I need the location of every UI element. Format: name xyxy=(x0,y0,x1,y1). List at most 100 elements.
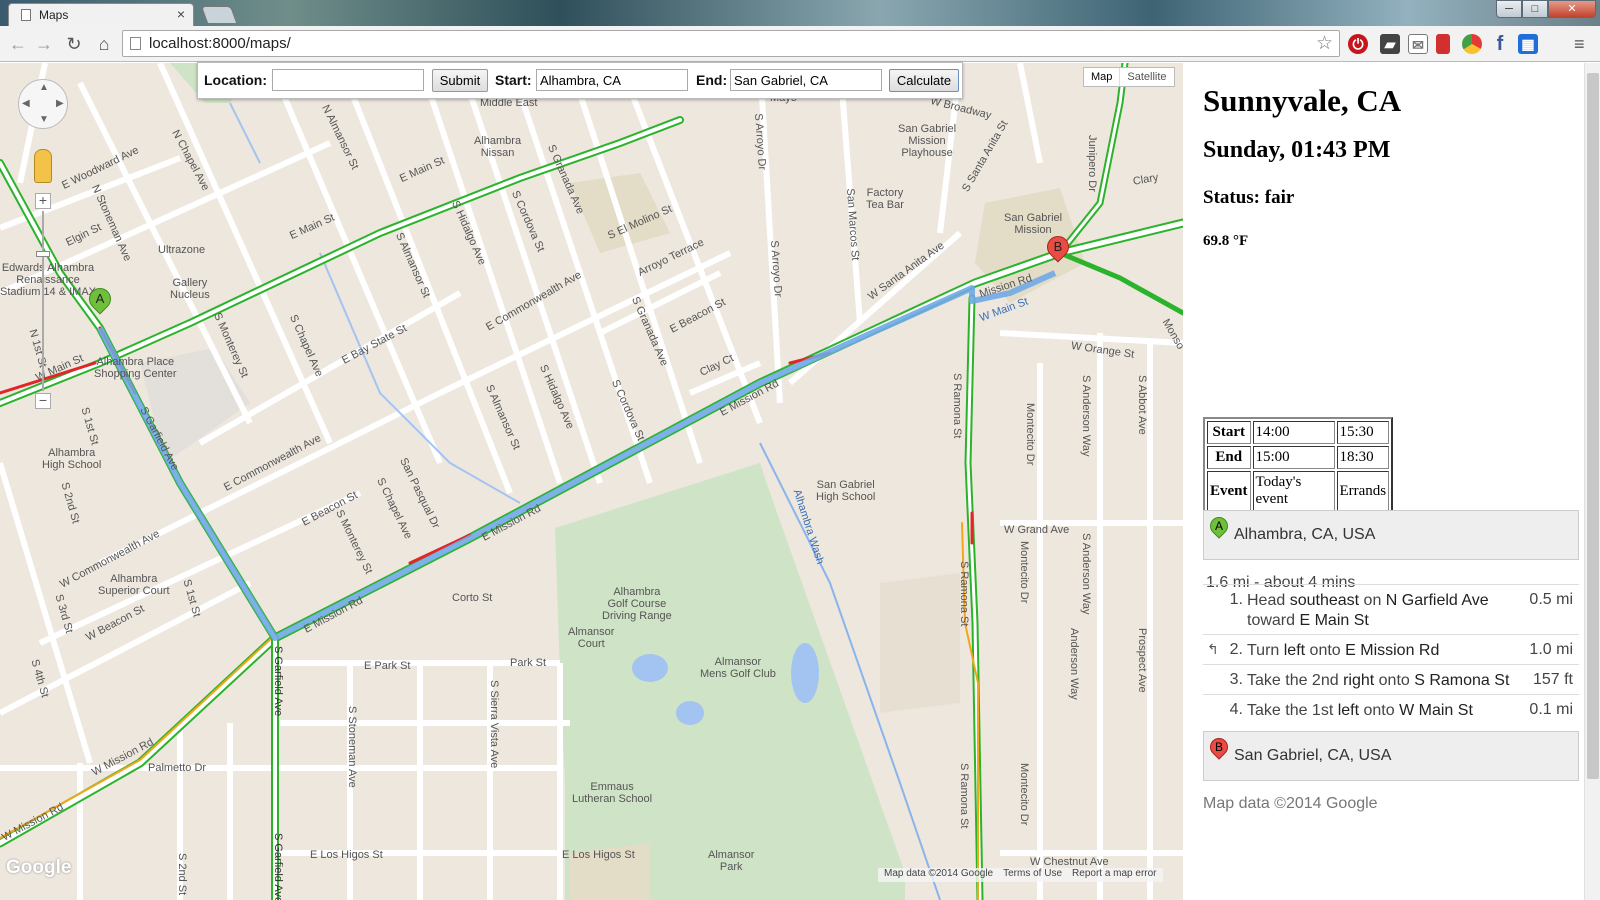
extension-calendar-icon[interactable]: ▦ xyxy=(1518,34,1538,54)
step-text: Take the 1st left onto W Main St xyxy=(1247,702,1473,719)
browser-menu-icon[interactable]: ≡ xyxy=(1574,34,1585,55)
origin-waypoint[interactable]: A Alhambra, CA, USA xyxy=(1203,510,1579,560)
step-text: Turn left onto E Mission Rd xyxy=(1247,642,1440,659)
street-label: W Grand Ave xyxy=(1004,524,1070,536)
tab-title: Maps xyxy=(39,8,69,22)
zoom-track[interactable] xyxy=(42,211,44,391)
step-text: Head southeast on N Garfield Ave toward … xyxy=(1247,592,1489,629)
poi-label: Ultrazone xyxy=(158,244,206,256)
mission-rd-red xyxy=(408,533,472,565)
pan-down-icon[interactable]: ▼ xyxy=(39,114,49,125)
poi-label: Alhambra Superior Court xyxy=(98,573,170,597)
pan-control[interactable]: ▲ ◀ ▶ ▼ xyxy=(18,79,68,129)
end-input[interactable] xyxy=(730,69,882,91)
extension-folder-icon[interactable]: ▰ xyxy=(1380,34,1400,54)
extension-chrome-icon[interactable] xyxy=(1462,34,1482,54)
schedule-table: Start 14:00 15:30 End 15:00 18:30 Event … xyxy=(1203,417,1394,515)
street-label: S Sierra Vista Ave xyxy=(488,680,500,769)
extension-bookmark-icon[interactable] xyxy=(1436,34,1450,54)
high-school-field xyxy=(880,573,960,713)
direction-step[interactable]: 4. Take the 1st left onto W Main St 0.1 … xyxy=(1203,694,1579,731)
terms-link[interactable]: Terms of Use xyxy=(1003,868,1062,882)
url-text[interactable]: localhost:8000/maps/ xyxy=(149,35,291,52)
street-label: Montecito Dr xyxy=(1024,403,1036,466)
tab-close-icon[interactable]: × xyxy=(177,6,185,22)
weather-status: Status: fair xyxy=(1203,187,1295,208)
street-label: S 2nd St xyxy=(176,853,188,896)
zoom-control[interactable]: + − xyxy=(35,193,51,413)
home-icon[interactable]: ⌂ xyxy=(92,32,116,56)
direction-step[interactable]: 1. Head southeast on N Garfield Ave towa… xyxy=(1203,584,1579,634)
location-input[interactable] xyxy=(272,69,424,91)
map-data-text: Map data ©2014 Google xyxy=(884,868,994,879)
forward-icon[interactable]: → xyxy=(32,32,56,56)
pond-east xyxy=(791,643,819,703)
street-label: S Ramona St xyxy=(958,561,970,627)
marker-a-icon: A xyxy=(1206,513,1232,555)
direction-step[interactable]: 3. Take the 2nd right onto S Ramona St 1… xyxy=(1203,664,1579,694)
browser-title-bar: Maps × ─ □ ✕ xyxy=(0,0,1600,26)
origin-address: Alhambra, CA, USA xyxy=(1234,526,1376,543)
map-type-control: Map Satellite xyxy=(1083,67,1175,87)
start-label: Start: xyxy=(495,72,532,88)
step-number: 2. xyxy=(1229,641,1243,658)
zoom-in-button[interactable]: + xyxy=(35,193,51,209)
page-scrollbar[interactable] xyxy=(1584,63,1600,900)
street-label: S Stoneman Ave xyxy=(346,706,358,788)
direction-step[interactable]: ↰ 2. Turn left onto E Mission Rd 1.0 mi xyxy=(1203,634,1579,664)
step-number: 3. xyxy=(1229,671,1243,688)
marker-letter: B xyxy=(1214,740,1223,754)
street-view-pegman-icon[interactable] xyxy=(34,149,52,183)
pond-center xyxy=(676,701,704,725)
table-header: End xyxy=(1207,446,1251,469)
street-label: Anderson Way xyxy=(1068,628,1080,700)
extension-mail-icon[interactable]: ✉ xyxy=(1408,34,1428,54)
minimize-button[interactable]: ─ xyxy=(1496,0,1522,18)
extension-power-icon[interactable]: ⏻ xyxy=(1348,34,1368,54)
pan-right-icon[interactable]: ▶ xyxy=(56,98,64,109)
pan-up-icon[interactable]: ▲ xyxy=(39,82,49,93)
marker-a-icon[interactable]: A xyxy=(84,283,116,322)
copyright-text: Map data ©2014 Google xyxy=(1203,795,1378,812)
pan-left-icon[interactable]: ◀ xyxy=(22,98,30,109)
table-cell: 15:00 xyxy=(1252,446,1335,469)
tab-maps[interactable]: Maps × xyxy=(8,3,194,26)
zoom-out-button[interactable]: − xyxy=(35,393,51,409)
new-tab-button[interactable] xyxy=(200,6,238,23)
address-bar[interactable]: localhost:8000/maps/ ☆ xyxy=(122,30,1340,57)
scrollbar-thumb[interactable] xyxy=(1587,73,1599,779)
back-icon[interactable]: ← xyxy=(6,32,30,56)
street-label: S Garfield Ave xyxy=(272,833,284,900)
submit-button[interactable]: Submit xyxy=(432,69,488,92)
bookmark-star-icon[interactable]: ☆ xyxy=(1316,32,1333,55)
step-text: Take the 2nd right onto S Ramona St xyxy=(1247,672,1510,689)
street-label: Montecito Dr xyxy=(1018,541,1030,604)
zoom-slider-thumb[interactable] xyxy=(36,251,50,257)
map-view-button[interactable]: Map xyxy=(1084,68,1121,86)
table-header: Event xyxy=(1207,471,1251,511)
reload-icon[interactable]: ↻ xyxy=(62,32,86,56)
calculate-button[interactable]: Calculate xyxy=(889,69,959,92)
map-graphics xyxy=(0,63,1183,900)
table-header: Start xyxy=(1207,421,1251,444)
destination-waypoint[interactable]: B San Gabriel, CA, USA xyxy=(1203,731,1579,781)
extension-facebook-icon[interactable]: f xyxy=(1490,34,1510,54)
step-number: 4. xyxy=(1229,701,1243,718)
info-panel: Sunnyvale, CA Sunday, 01:43 PM Status: f… xyxy=(1183,63,1583,900)
street-label: W Chestnut Ave xyxy=(1030,856,1109,868)
satellite-view-button[interactable]: Satellite xyxy=(1120,68,1173,86)
poi-label: San Gabriel High School xyxy=(816,479,876,503)
table-cell: 18:30 xyxy=(1336,446,1390,469)
marker-b-icon[interactable]: B xyxy=(1042,231,1074,270)
poi-label: Alhambra High School xyxy=(42,447,102,471)
street-label: E Los Higos St xyxy=(310,849,383,861)
map-canvas[interactable]: E Main St E Main St W Main St E Mission … xyxy=(0,63,1183,900)
step-distance: 0.1 mi xyxy=(1529,701,1573,718)
destination-address: San Gabriel, CA, USA xyxy=(1234,747,1392,764)
maximize-button[interactable]: □ xyxy=(1522,0,1548,18)
table-cell: 15:30 xyxy=(1336,421,1390,444)
close-window-button[interactable]: ✕ xyxy=(1548,0,1596,18)
start-input[interactable] xyxy=(536,69,688,91)
report-error-link[interactable]: Report a map error xyxy=(1072,868,1156,882)
table-cell: Errands xyxy=(1336,471,1390,511)
